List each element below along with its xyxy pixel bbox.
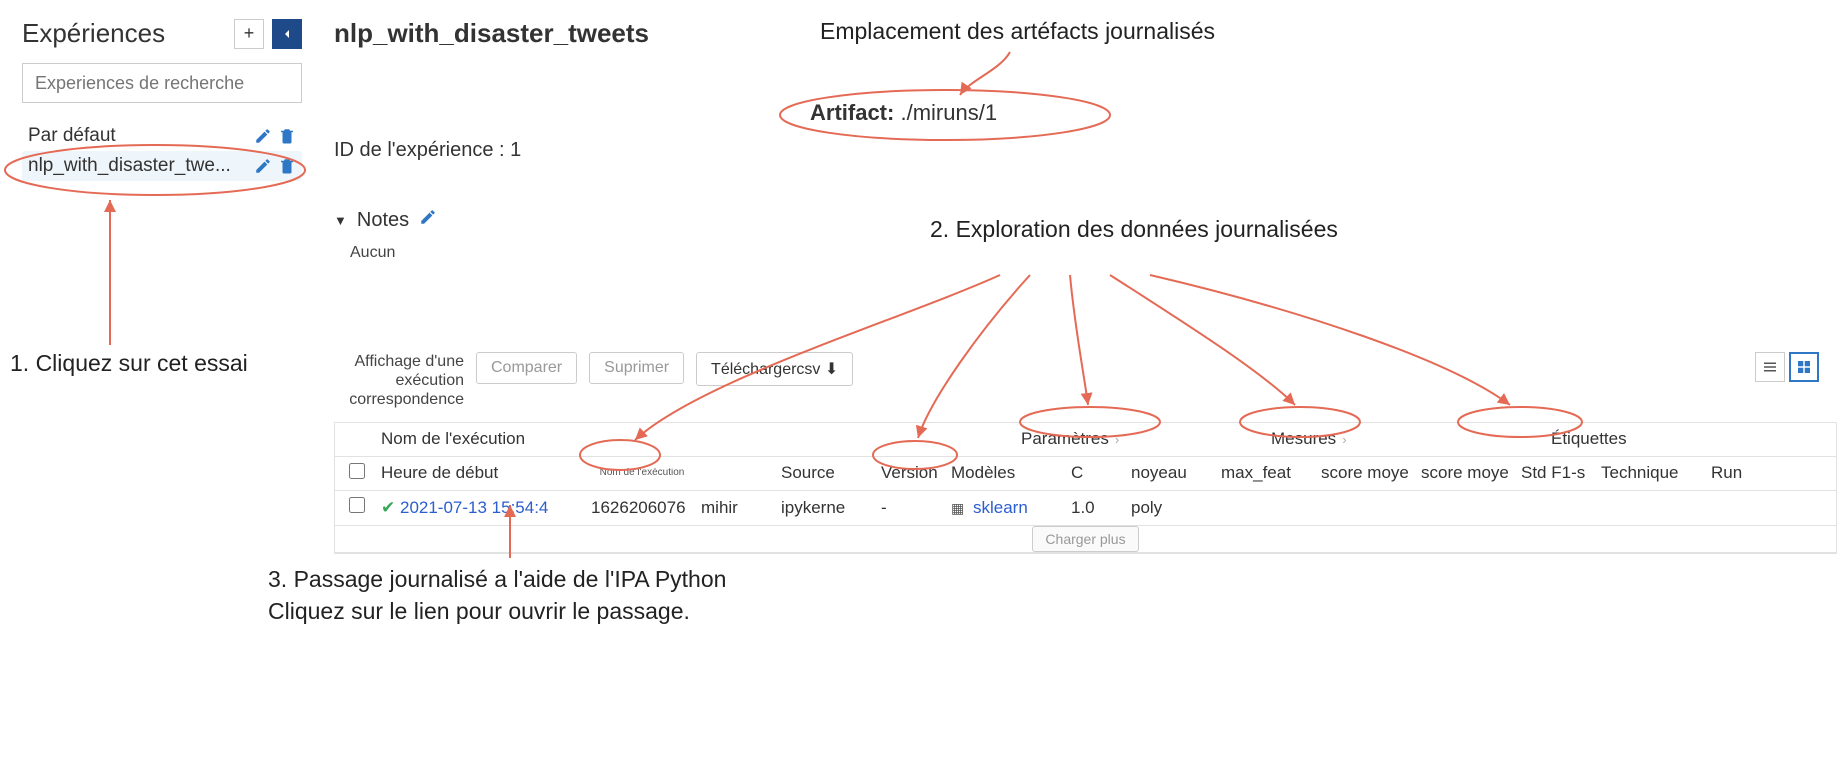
edit-icon[interactable] [254,127,272,145]
col-models[interactable]: Modèles [947,463,1067,483]
run-start-time-link[interactable]: 2021-07-13 15:54:4 [400,498,548,517]
chevron-right-icon: › [1115,432,1119,447]
edit-notes-icon[interactable] [419,208,437,232]
experiment-name: Par défaut [28,125,116,147]
col-run[interactable]: Run [1707,463,1757,483]
status-success-icon: ✔ [381,498,395,517]
download-csv-button[interactable]: Téléchargercsv ⬇ [696,352,853,386]
run-name-cell: 1626206076 [587,498,697,518]
col-version[interactable]: Version [877,463,947,483]
delete-icon[interactable] [278,127,296,145]
search-input[interactable] [22,63,302,103]
group-header-parameters[interactable]: Paramètres› [1017,429,1267,449]
download-label: Téléchargercsv [711,361,820,378]
add-experiment-button[interactable]: + [234,19,264,49]
col-score-moy2[interactable]: score moye [1417,463,1517,483]
download-icon: ⬇ [825,361,838,378]
col-maxfeat[interactable]: max_feat [1217,463,1317,483]
experiment-item-default[interactable]: Par défaut [22,121,302,151]
col-technique[interactable]: Technique [1597,463,1707,483]
showing-text: Affichage d'une exécution correspondence [334,352,464,410]
experiment-id: ID de l'expérience : 1 [334,139,1837,162]
col-std-f1[interactable]: Std F1-s [1517,463,1597,483]
table-row: ✔ 2021-07-13 15:54:4 1626206076 mihir ip… [335,491,1836,525]
group-header-runname: Nom de l'exécution [377,429,1017,449]
model-icon: ▦ [951,500,964,516]
artifact-location: Artifact: ./miruns/1 [810,100,997,126]
col-c[interactable]: C [1067,463,1127,483]
col-source[interactable]: Source [777,463,877,483]
group-header-metrics[interactable]: Mesures› [1267,429,1547,449]
runs-table: Nom de l'exécution Paramètres› Mesures› … [334,422,1837,554]
load-more-button[interactable]: Charger plus [1032,526,1138,552]
compare-button[interactable]: Comparer [476,352,577,384]
main-panel: nlp_with_disaster_tweets ID de l'expérie… [310,0,1837,766]
caret-down-icon[interactable]: ▼ [334,213,347,228]
col-score-moy1[interactable]: score moye [1317,463,1417,483]
select-all-checkbox[interactable] [349,463,365,479]
chevron-right-icon: › [1342,432,1346,447]
kernel-cell: poly [1127,498,1217,518]
col-kernel[interactable]: noyeau [1127,463,1217,483]
sidebar: Expériences + Par défaut nlp_with_disast… [0,0,310,766]
experiment-item-nlp[interactable]: nlp_with_disaster_twe... [22,151,302,181]
row-checkbox[interactable] [349,497,365,513]
col-run-name[interactable]: Nom de l'exécution [587,468,697,478]
source-cell: ipykerne [777,498,877,518]
delete-icon[interactable] [278,157,296,175]
col-start-time[interactable]: Heure de début [377,463,587,483]
user-cell: mihir [697,498,777,518]
notes-body: Aucun [350,244,1837,262]
list-view-button[interactable] [1755,352,1785,382]
collapse-sidebar-button[interactable] [272,19,302,49]
version-cell: - [877,498,947,518]
c-cell: 1.0 [1067,498,1127,518]
delete-button[interactable]: Suprimer [589,352,684,384]
experiment-name: nlp_with_disaster_twe... [28,155,231,177]
notes-label: Notes [357,209,409,232]
model-link[interactable]: sklearn [973,498,1028,517]
page-title: nlp_with_disaster_tweets [334,18,1837,49]
edit-icon[interactable] [254,157,272,175]
group-header-tags[interactable]: Étiquettes [1547,429,1727,449]
sidebar-title: Expériences [22,18,165,49]
grid-view-button[interactable] [1789,352,1819,382]
